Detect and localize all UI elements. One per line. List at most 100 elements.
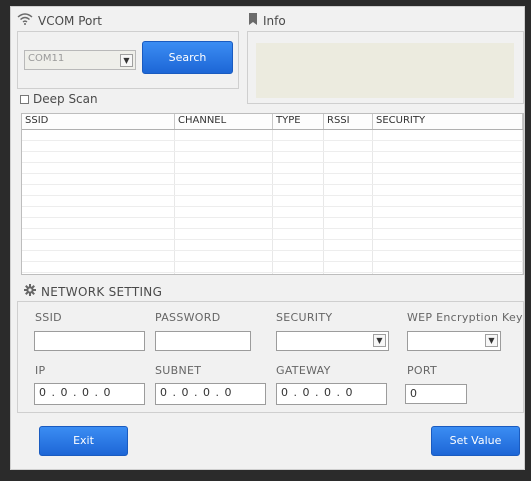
table-cell bbox=[324, 152, 373, 162]
search-button[interactable]: Search bbox=[142, 41, 233, 74]
scan-results-table[interactable]: SSID CHANNEL TYPE RSSI SECURITY bbox=[21, 113, 524, 275]
chevron-down-icon[interactable]: ▼ bbox=[373, 334, 386, 347]
table-row bbox=[22, 185, 523, 196]
column-type[interactable]: TYPE bbox=[273, 114, 324, 129]
table-header: SSID CHANNEL TYPE RSSI SECURITY bbox=[22, 114, 523, 130]
table-cell bbox=[175, 229, 273, 239]
table-cell bbox=[175, 163, 273, 173]
table-cell bbox=[373, 229, 523, 239]
table-cell bbox=[273, 251, 324, 261]
column-channel[interactable]: CHANNEL bbox=[175, 114, 273, 129]
ip-input[interactable]: 0 . 0 . 0 . 0 bbox=[34, 383, 145, 405]
table-cell bbox=[324, 185, 373, 195]
wep-key-select[interactable]: ▼ bbox=[407, 331, 501, 351]
table-cell bbox=[324, 218, 373, 228]
table-row bbox=[22, 240, 523, 251]
table-cell bbox=[22, 273, 175, 274]
table-cell bbox=[22, 174, 175, 184]
network-setting-title: NETWORK SETTING bbox=[41, 284, 163, 299]
deep-scan-checkbox-row[interactable]: Deep Scan bbox=[20, 92, 98, 106]
table-cell bbox=[373, 218, 523, 228]
column-security[interactable]: SECURITY bbox=[373, 114, 523, 129]
table-cell bbox=[324, 174, 373, 184]
table-cell bbox=[273, 207, 324, 217]
column-ssid[interactable]: SSID bbox=[22, 114, 175, 129]
table-row bbox=[22, 130, 523, 141]
table-cell bbox=[273, 229, 324, 239]
table-cell bbox=[324, 163, 373, 173]
table-row bbox=[22, 196, 523, 207]
wep-key-label: WEP Encryption Key bbox=[407, 311, 523, 324]
gateway-label: GATEWAY bbox=[276, 364, 331, 377]
table-cell bbox=[22, 130, 175, 140]
table-cell bbox=[373, 273, 523, 274]
info-title: Info bbox=[263, 13, 286, 28]
network-setting-header: NETWORK SETTING bbox=[24, 284, 162, 299]
gateway-input[interactable]: 0 . 0 . 0 . 0 bbox=[276, 383, 387, 405]
table-cell bbox=[273, 262, 324, 272]
set-value-button[interactable]: Set Value bbox=[431, 426, 520, 456]
table-body bbox=[22, 130, 523, 274]
info-area bbox=[256, 43, 514, 98]
table-cell bbox=[22, 240, 175, 250]
column-rssi[interactable]: RSSI bbox=[324, 114, 373, 129]
table-row bbox=[22, 262, 523, 273]
table-cell bbox=[324, 207, 373, 217]
table-cell bbox=[324, 262, 373, 272]
ssid-label: SSID bbox=[35, 311, 62, 324]
table-cell bbox=[273, 240, 324, 250]
table-cell bbox=[324, 273, 373, 274]
table-cell bbox=[22, 218, 175, 228]
table-cell bbox=[273, 273, 324, 274]
table-cell bbox=[175, 141, 273, 151]
table-cell bbox=[22, 196, 175, 206]
table-cell bbox=[175, 262, 273, 272]
table-row bbox=[22, 218, 523, 229]
table-cell bbox=[175, 207, 273, 217]
table-row bbox=[22, 141, 523, 152]
port-select-value: COM11 bbox=[28, 53, 65, 64]
table-cell bbox=[324, 229, 373, 239]
table-row bbox=[22, 229, 523, 240]
wifi-icon bbox=[17, 13, 33, 28]
table-cell bbox=[22, 262, 175, 272]
chevron-down-icon[interactable]: ▼ bbox=[485, 334, 498, 347]
chevron-down-icon[interactable]: ▼ bbox=[120, 54, 133, 67]
table-row bbox=[22, 163, 523, 174]
table-cell bbox=[273, 152, 324, 162]
table-cell bbox=[175, 218, 273, 228]
table-cell bbox=[175, 240, 273, 250]
exit-button[interactable]: Exit bbox=[39, 426, 128, 456]
info-header: Info bbox=[248, 13, 286, 28]
table-cell bbox=[373, 240, 523, 250]
table-cell bbox=[373, 130, 523, 140]
table-cell bbox=[373, 185, 523, 195]
table-cell bbox=[373, 174, 523, 184]
table-cell bbox=[273, 185, 324, 195]
table-row bbox=[22, 273, 523, 274]
table-cell bbox=[373, 141, 523, 151]
table-row bbox=[22, 152, 523, 163]
port-input[interactable]: 0 bbox=[405, 384, 467, 404]
table-cell bbox=[324, 196, 373, 206]
table-cell bbox=[273, 218, 324, 228]
ssid-input[interactable] bbox=[34, 331, 145, 351]
vcom-port-title: VCOM Port bbox=[38, 13, 102, 28]
table-cell bbox=[373, 207, 523, 217]
table-row bbox=[22, 207, 523, 218]
vcom-port-header: VCOM Port bbox=[17, 13, 102, 28]
deep-scan-label: Deep Scan bbox=[33, 92, 98, 106]
table-row bbox=[22, 251, 523, 262]
table-cell bbox=[373, 152, 523, 162]
table-cell bbox=[22, 185, 175, 195]
table-cell bbox=[175, 196, 273, 206]
table-cell bbox=[324, 130, 373, 140]
subnet-input[interactable]: 0 . 0 . 0 . 0 bbox=[155, 383, 266, 405]
password-input[interactable] bbox=[155, 331, 251, 351]
info-bookmark-icon bbox=[248, 13, 258, 28]
port-select[interactable]: COM11 ▼ bbox=[24, 50, 136, 70]
table-cell bbox=[373, 196, 523, 206]
security-select[interactable]: ▼ bbox=[276, 331, 389, 351]
table-cell bbox=[175, 174, 273, 184]
deep-scan-checkbox[interactable] bbox=[20, 94, 29, 104]
